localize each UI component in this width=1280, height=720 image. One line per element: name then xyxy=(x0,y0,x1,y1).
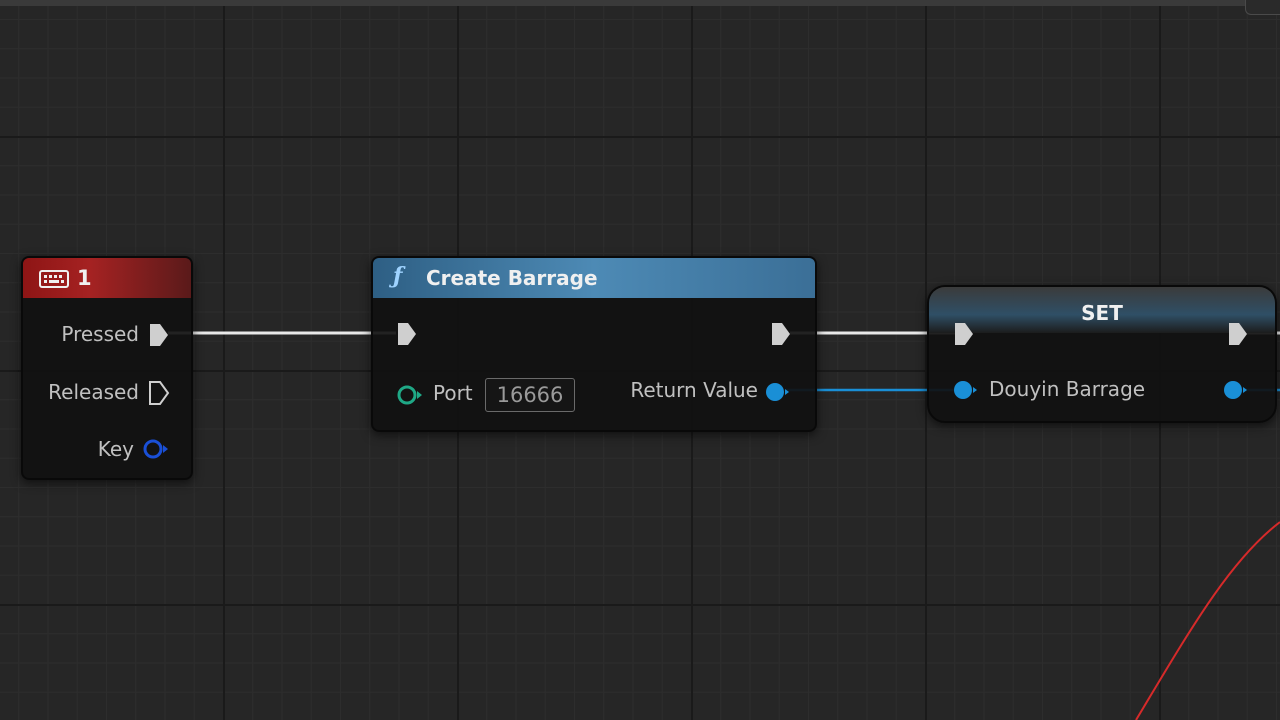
douyin-barrage-out-pin[interactable] xyxy=(1221,378,1249,406)
return-value-object-pin[interactable] xyxy=(763,380,791,408)
key-event-title: 1 xyxy=(77,266,92,290)
return-value-pin-label: Return Value xyxy=(630,378,758,402)
keyboard-icon xyxy=(39,269,69,293)
released-exec-pin[interactable] xyxy=(148,380,170,410)
port-pin-label: Port xyxy=(433,381,473,405)
create-barrage-title: Create Barrage xyxy=(426,266,598,290)
create-exec-in-pin[interactable] xyxy=(396,321,418,351)
key-pin-label: Key xyxy=(97,437,134,461)
released-pin-label: Released xyxy=(48,380,139,404)
port-value-input[interactable] xyxy=(485,378,575,412)
set-node-title: SET xyxy=(1081,301,1123,325)
key-struct-pin[interactable] xyxy=(142,437,170,465)
pressed-pin-label: Pressed xyxy=(61,322,139,346)
create-exec-out-pin[interactable] xyxy=(770,321,792,351)
set-exec-out-pin[interactable] xyxy=(1227,321,1249,351)
set-exec-in-pin[interactable] xyxy=(953,321,975,351)
red-wire[interactable] xyxy=(1135,521,1280,720)
create-barrage-node[interactable]: ƒ Create Barrage Port Return Value xyxy=(371,256,817,432)
set-node-header[interactable]: SET xyxy=(929,287,1275,333)
key-event-node[interactable]: 1 Pressed Released Key xyxy=(21,256,193,480)
port-integer-pin[interactable] xyxy=(396,383,424,411)
douyin-barrage-in-pin[interactable] xyxy=(951,378,979,406)
douyin-barrage-pin-label: Douyin Barrage xyxy=(989,377,1146,401)
pressed-exec-pin[interactable] xyxy=(148,322,170,352)
create-barrage-node-header[interactable]: ƒ Create Barrage xyxy=(373,258,815,298)
function-icon: ƒ xyxy=(393,263,403,289)
set-variable-node[interactable]: SET Douyin Barrage xyxy=(927,285,1277,423)
key-event-node-header[interactable]: 1 xyxy=(23,258,191,298)
